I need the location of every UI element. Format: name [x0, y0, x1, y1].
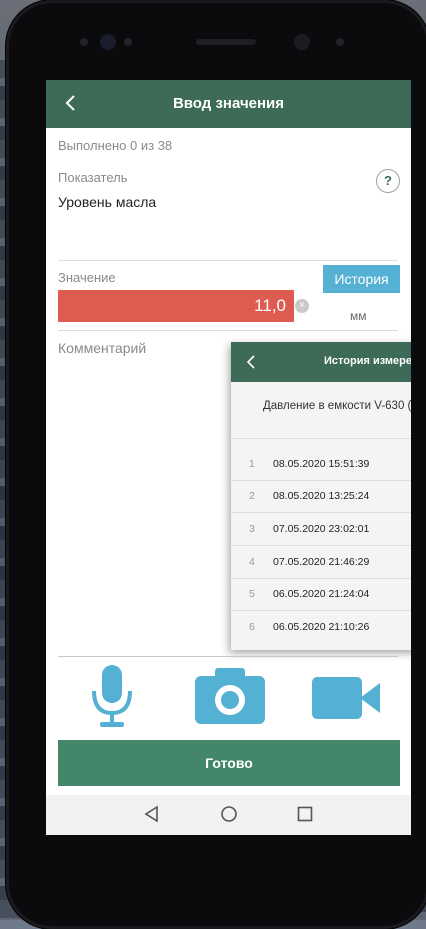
value-label: Значение	[58, 270, 116, 285]
history-row[interactable]: 2 08.05.2020 13:25:24	[231, 480, 411, 512]
earpiece-speaker	[196, 39, 256, 45]
clear-icon[interactable]: ×	[295, 299, 309, 313]
row-number: 3	[249, 523, 255, 535]
phone-frame: Ввод значения Выполнено 0 из 38 Показате…	[6, 0, 426, 929]
phone-top-bezel	[66, 28, 366, 58]
nav-home-icon[interactable]	[220, 805, 238, 823]
history-panel-title: История измерени	[324, 355, 411, 367]
comment-field[interactable]: Комментарий	[58, 340, 146, 356]
nav-recent-apps-icon[interactable]	[297, 806, 313, 822]
row-number: 1	[249, 458, 255, 470]
front-camera-2	[294, 34, 310, 50]
row-date: 07.05.2020 21:46:29	[273, 556, 370, 568]
value-input[interactable]: 11,0	[58, 290, 294, 322]
sensor-dot	[336, 38, 344, 46]
divider	[58, 260, 398, 261]
help-button[interactable]: ?	[376, 169, 400, 193]
unit-label: мм	[350, 309, 367, 323]
page-title: Ввод значения	[172, 95, 285, 112]
history-row[interactable]: 3 07.05.2020 23:02:01	[231, 513, 411, 545]
history-panel-subtitle: Давление в емкости V-630 (Р	[263, 400, 411, 412]
video-camera-icon[interactable]	[312, 677, 382, 719]
microphone-icon[interactable]	[90, 665, 134, 729]
history-row[interactable]: 1 08.05.2020 15:51:39	[231, 448, 411, 480]
indicator-value: Уровень масла	[58, 194, 157, 210]
front-camera	[100, 34, 116, 50]
row-number: 4	[249, 556, 255, 568]
history-panel-header: История измерени	[231, 342, 411, 382]
history-row[interactable]: 4 07.05.2020 21:46:29	[231, 546, 411, 578]
row-date: 06.05.2020 21:10:26	[273, 621, 370, 633]
row-number: 5	[249, 588, 255, 600]
history-row[interactable]: 5 06.05.2020 21:24:04	[231, 578, 411, 610]
divider	[231, 438, 411, 439]
row-number: 2	[249, 490, 255, 502]
chevron-left-icon[interactable]	[243, 353, 261, 371]
history-panel: История измерени Давление в емкости V-63…	[231, 342, 411, 650]
row-date: 08.05.2020 15:51:39	[273, 458, 370, 470]
divider	[58, 656, 398, 657]
row-date: 06.05.2020 21:24:04	[273, 588, 370, 600]
history-button[interactable]: История	[323, 265, 400, 293]
progress-text: Выполнено 0 из 38	[58, 138, 173, 153]
row-date: 08.05.2020 13:25:24	[273, 490, 370, 502]
sensor-dot	[80, 38, 88, 46]
app-header: Ввод значения	[46, 80, 411, 128]
camera-icon[interactable]	[195, 666, 265, 724]
nav-back-icon[interactable]	[143, 805, 161, 823]
history-row[interactable]: 6 06.05.2020 21:10:26	[231, 611, 411, 643]
row-number: 6	[249, 621, 255, 633]
indicator-label: Показатель	[58, 170, 128, 185]
android-navbar	[46, 795, 411, 835]
app-screen: Ввод значения Выполнено 0 из 38 Показате…	[46, 80, 411, 835]
divider	[58, 330, 398, 331]
row-date: 07.05.2020 23:02:01	[273, 523, 370, 535]
sensor-dot	[124, 38, 132, 46]
done-button[interactable]: Готово	[58, 740, 400, 786]
